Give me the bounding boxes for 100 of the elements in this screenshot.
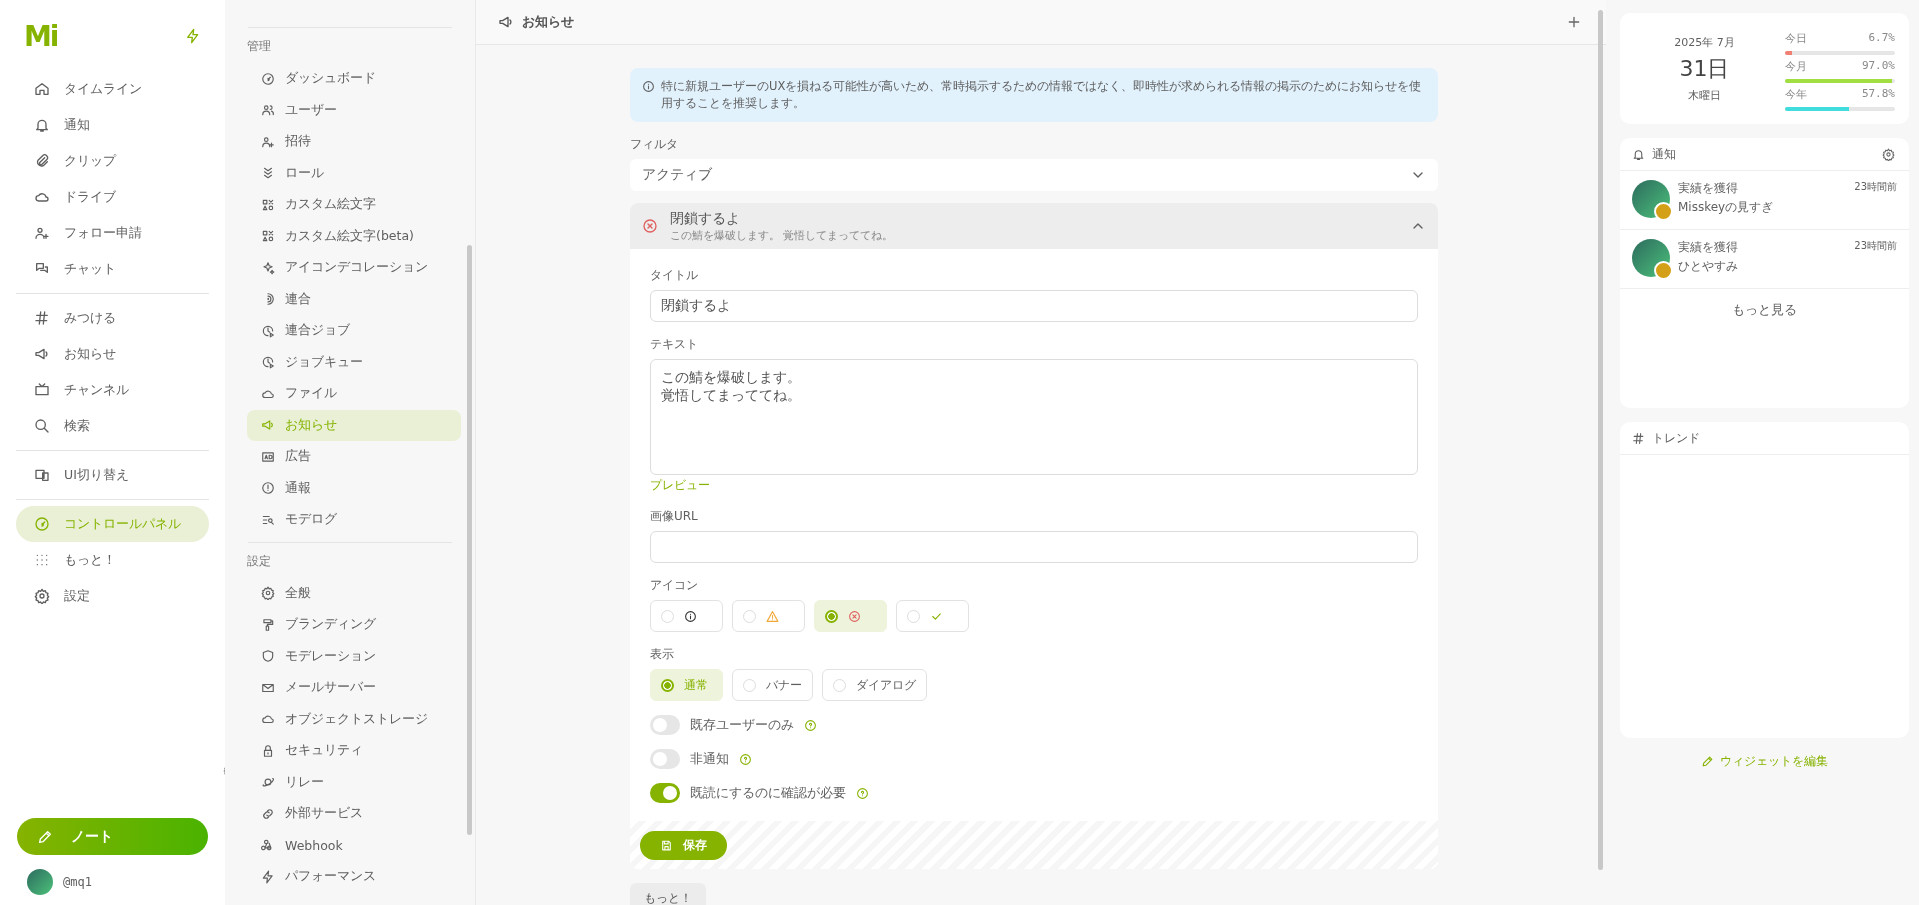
info-icon bbox=[642, 80, 655, 93]
ad-icon bbox=[261, 449, 275, 464]
field-label: アイコン bbox=[650, 577, 699, 594]
menu-item[interactable]: リレー bbox=[247, 766, 461, 798]
radio-option[interactable]: バナー bbox=[732, 669, 813, 701]
menu-item[interactable]: 連合ジョブ bbox=[247, 315, 461, 347]
menu-item[interactable]: カスタム絵文字 bbox=[247, 189, 461, 221]
menu-item[interactable]: 招待 bbox=[247, 126, 461, 158]
menu-item[interactable]: 全般 bbox=[247, 577, 461, 609]
nav-item[interactable]: もっと！ bbox=[16, 542, 209, 578]
nav-item[interactable]: お知らせ bbox=[16, 336, 209, 372]
avatar[interactable] bbox=[27, 869, 53, 895]
settings-button[interactable] bbox=[1880, 145, 1897, 163]
gauge-icon bbox=[261, 71, 275, 86]
notification-item[interactable]: 実績を獲得 ひとやすみ 23時間前 bbox=[1620, 230, 1909, 289]
nav-item[interactable]: タイムライン bbox=[16, 71, 209, 107]
help-icon bbox=[739, 752, 752, 766]
show-more-link[interactable]: もっと見る bbox=[1732, 301, 1797, 319]
gauge-icon bbox=[34, 516, 50, 532]
menu-item[interactable]: カスタム絵文字(beta) bbox=[247, 220, 461, 252]
text-line: この鯖を爆破します。 bbox=[661, 368, 802, 386]
menu-item[interactable]: ユーザー bbox=[247, 94, 461, 126]
menu-item[interactable]: アイコンデコレーション bbox=[247, 252, 461, 284]
toggle-label: 既読にするのに確認が必要 bbox=[690, 784, 846, 802]
nav-item[interactable]: ドライブ bbox=[16, 179, 209, 215]
notification-title: 実績を獲得 bbox=[1678, 239, 1739, 256]
bell-icon bbox=[34, 117, 50, 133]
menu-item[interactable]: セキュリティ bbox=[247, 735, 461, 767]
menu-item[interactable]: ロール bbox=[247, 157, 461, 189]
field-label: 画像URL bbox=[650, 508, 699, 525]
menu-item[interactable]: 連合 bbox=[247, 283, 461, 315]
clock-icon bbox=[261, 355, 275, 370]
menu-item[interactable]: 外部サービス bbox=[247, 798, 461, 830]
info-icon bbox=[684, 609, 697, 623]
toggle-switch[interactable] bbox=[650, 749, 680, 769]
pencil-icon bbox=[37, 828, 53, 845]
nav-item[interactable]: 設定 bbox=[16, 578, 209, 614]
settings-icon bbox=[261, 586, 275, 601]
nav-item[interactable]: UI切り替え bbox=[16, 457, 209, 493]
account-name[interactable]: @mq1 bbox=[63, 875, 92, 889]
radio-option[interactable] bbox=[814, 600, 887, 632]
menu-item[interactable]: ダッシュボード bbox=[247, 63, 461, 95]
menu-item[interactable]: Webhook bbox=[247, 829, 461, 861]
toggle-switch[interactable] bbox=[650, 783, 680, 803]
hash-icon bbox=[1632, 431, 1645, 445]
nav-item[interactable]: フォロー申請 bbox=[16, 215, 209, 251]
bolt-icon bbox=[185, 28, 201, 44]
nav-item[interactable]: 通知 bbox=[16, 107, 209, 143]
title-input[interactable]: 閉鎖するよ bbox=[650, 290, 1418, 322]
menu-item[interactable]: 通報 bbox=[247, 472, 461, 504]
menu-item[interactable]: パフォーマンス bbox=[247, 861, 461, 893]
menu-item[interactable]: 広告 bbox=[247, 441, 461, 473]
filter-select[interactable]: アクティブ bbox=[630, 159, 1438, 191]
nav-item[interactable]: クリップ bbox=[16, 143, 209, 179]
help-icon bbox=[856, 786, 869, 800]
nav-item[interactable]: チャンネル bbox=[16, 372, 209, 408]
hash-icon bbox=[34, 310, 50, 326]
menu-item[interactable]: メールサーバー bbox=[247, 672, 461, 704]
menu-item[interactable]: オブジェクトストレージ bbox=[247, 703, 461, 735]
menu-item[interactable]: ファイル bbox=[247, 378, 461, 410]
text-area[interactable]: この鯖を爆破します。 覚悟してまっててね。 bbox=[650, 359, 1418, 475]
planet-icon bbox=[261, 775, 275, 790]
nav-item[interactable]: 検索 bbox=[16, 408, 209, 444]
radio-option[interactable]: ダイアログ bbox=[822, 669, 927, 701]
calendar-weekday: 木曜日 bbox=[1688, 87, 1721, 103]
menu-item[interactable]: モデログ bbox=[247, 504, 461, 536]
image-url-input[interactable] bbox=[650, 531, 1418, 563]
megaphone-icon bbox=[34, 346, 50, 362]
shapes-icon bbox=[261, 229, 275, 244]
notification-title: 実績を獲得 bbox=[1678, 180, 1739, 197]
progress-reading: 57.8% bbox=[1861, 86, 1895, 102]
toggle-switch[interactable] bbox=[650, 715, 680, 735]
bell-icon bbox=[1632, 147, 1645, 161]
notification-body: ひとやすみ bbox=[1678, 258, 1739, 275]
notification-item[interactable]: 実績を獲得 Misskeyの見すぎ 23時間前 bbox=[1620, 171, 1909, 230]
plus-icon bbox=[1566, 14, 1582, 30]
section-title: 設定 bbox=[246, 552, 272, 570]
tv-icon bbox=[34, 382, 50, 398]
scrollbar-thumb[interactable] bbox=[467, 245, 472, 835]
pencil-icon bbox=[1701, 755, 1714, 768]
nav-item[interactable]: チャット bbox=[16, 251, 209, 287]
field-label: タイトル bbox=[650, 267, 699, 284]
megaphone-icon bbox=[498, 14, 514, 30]
lock-icon bbox=[261, 743, 275, 758]
toggle-label: 既存ユーザーのみ bbox=[690, 716, 794, 734]
announcement-header[interactable]: 閉鎖するよ この鯖を爆破します。 覚悟してまっててね。 bbox=[630, 203, 1438, 249]
more-button[interactable]: もっと！ bbox=[630, 883, 706, 905]
devices-icon bbox=[34, 467, 50, 483]
menu-item[interactable]: ブランディング bbox=[247, 609, 461, 641]
dots-grid-icon bbox=[34, 552, 50, 568]
progress-reading: 97.0% bbox=[1861, 58, 1895, 74]
menu-item[interactable]: ジョブキュー bbox=[247, 346, 461, 378]
radio-option[interactable] bbox=[650, 600, 723, 632]
menu-item[interactable]: モデレーション bbox=[247, 640, 461, 672]
radio-option[interactable] bbox=[732, 600, 805, 632]
radio-option[interactable] bbox=[896, 600, 969, 632]
nav-item[interactable]: みつける bbox=[16, 300, 209, 336]
progress-reading: 6.7% bbox=[1868, 30, 1895, 46]
link-icon bbox=[261, 806, 275, 821]
scrollbar-thumb[interactable] bbox=[1598, 10, 1603, 870]
